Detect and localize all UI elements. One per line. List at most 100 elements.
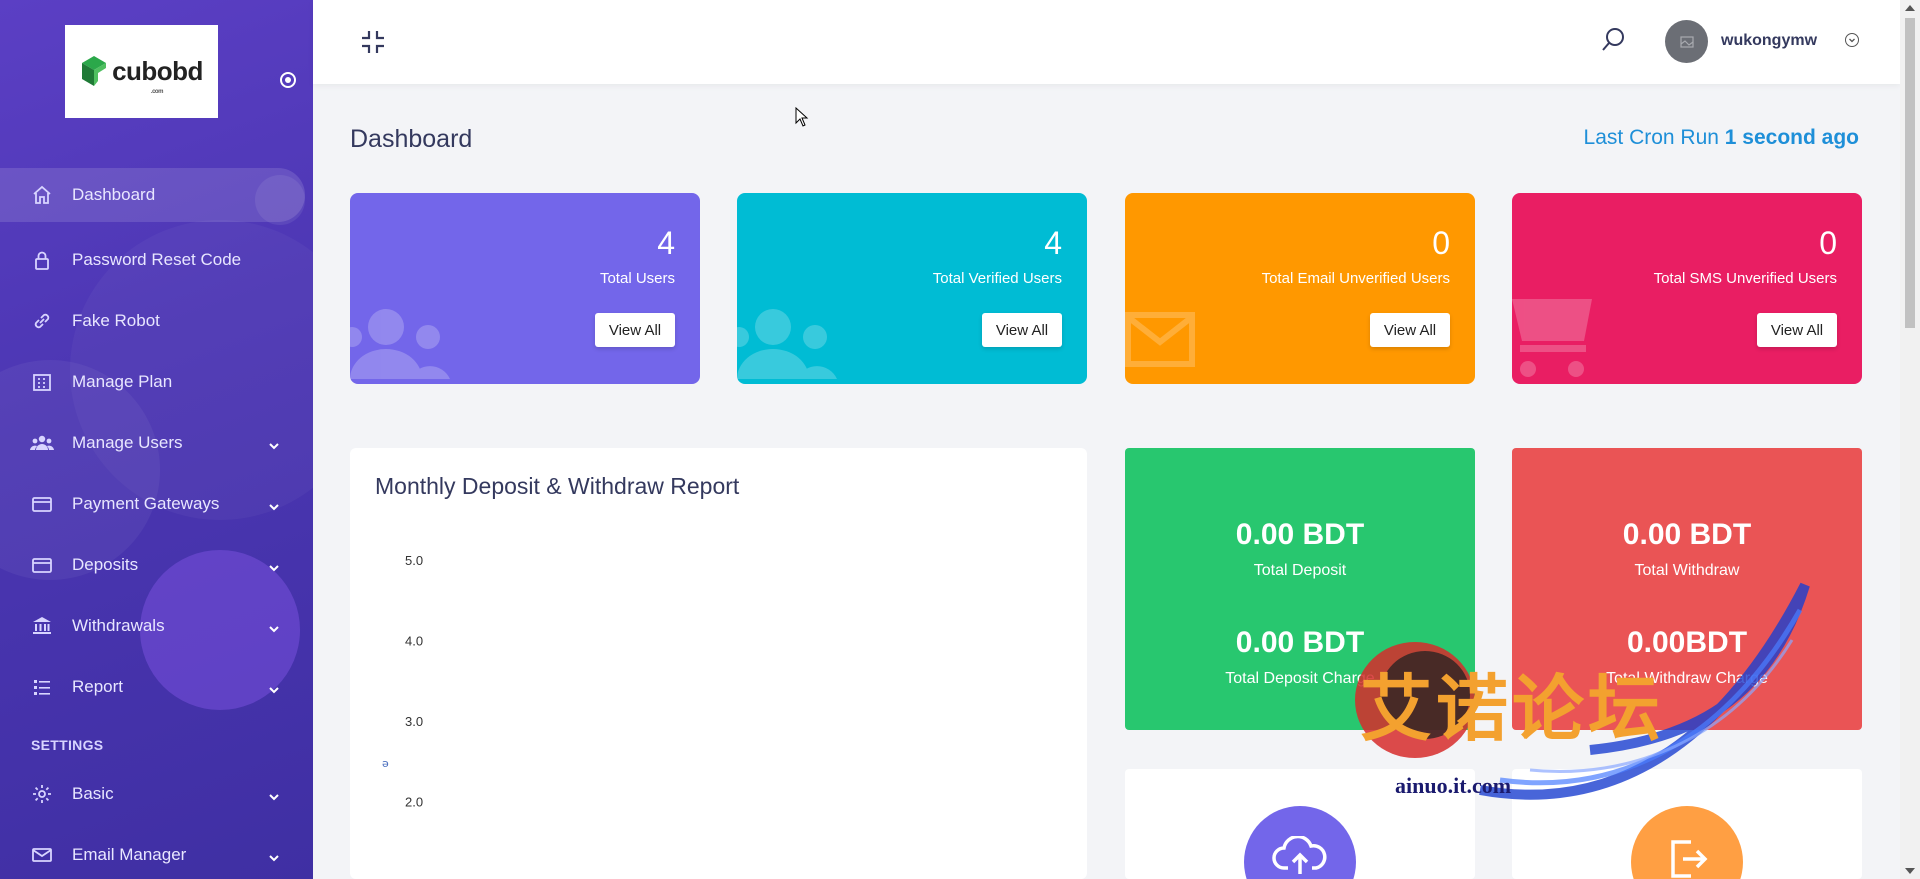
sidebar-item-label: Payment Gateways (72, 493, 220, 513)
sidebar-item-label: Manage Users (72, 432, 183, 452)
chevron-down-icon[interactable] (1845, 33, 1859, 47)
search-icon[interactable] (1600, 27, 1626, 53)
deposit-withdraw-chart: 5.0 4.0 3.0 2.0 ə (382, 553, 423, 810)
stat-value: 0 (1432, 225, 1450, 261)
avatar[interactable] (1665, 20, 1708, 63)
deposit-summary-card: 0.00 BDT Total Deposit 0.00 BDT Total De… (1125, 448, 1475, 730)
sidebar-item-email-manager[interactable]: Email Manager (0, 824, 313, 879)
sidebar-menu: Dashboard Password Reset Code Fake Robot… (0, 168, 313, 879)
home-icon (30, 183, 54, 207)
brand-logo[interactable]: cubobd .com (65, 25, 218, 118)
sidebar-toggle-icon[interactable] (280, 72, 296, 88)
y-tick-label: 3.0 (405, 714, 423, 729)
view-all-button[interactable]: View All (595, 313, 675, 347)
topbar: wukongymw (313, 0, 1900, 84)
cart-icon (1512, 289, 1597, 384)
sidebar: cubobd .com Dashboard Password Reset Cod… (0, 0, 313, 879)
credit-card-icon (30, 492, 54, 516)
scroll-up-icon[interactable] (1905, 5, 1915, 11)
gear-icon (30, 782, 54, 806)
chevron-down-icon (268, 437, 280, 449)
total-deposit-charge-amount: 0.00 BDT (1235, 626, 1365, 659)
users-icon (30, 431, 54, 455)
chart-card: Monthly Deposit & Withdraw Report 5.0 4.0… (350, 448, 1087, 879)
sign-out-icon (1631, 806, 1743, 879)
stat-value: 4 (1044, 225, 1062, 261)
building-icon (30, 370, 54, 394)
scroll-down-icon[interactable] (1905, 868, 1915, 874)
sidebar-item-manage-users[interactable]: Manage Users (0, 412, 313, 473)
stat-card-total-verified-users: 4 Total Verified Users View All (737, 193, 1087, 384)
users-icon (737, 289, 837, 384)
stat-label: Total Verified Users (932, 270, 1062, 287)
bank-icon (30, 614, 54, 638)
settings-heading: SETTINGS (31, 737, 104, 753)
sidebar-item-dashboard[interactable]: Dashboard (0, 168, 305, 222)
sidebar-item-fake-robot[interactable]: Fake Robot (0, 290, 313, 351)
cron-status: Last Cron Run 1 second ago (1584, 126, 1859, 150)
chevron-down-icon (268, 788, 280, 800)
chevron-down-icon (268, 498, 280, 510)
scroll-thumb[interactable] (1905, 18, 1915, 328)
sidebar-item-manage-plan[interactable]: Manage Plan (0, 351, 313, 412)
stat-card-total-users: 4 Total Users View All (350, 193, 700, 384)
page-title: Dashboard (350, 125, 473, 153)
sidebar-item-label: Withdrawals (72, 615, 165, 635)
chevron-down-icon (268, 559, 280, 571)
stat-value: 0 (1819, 225, 1837, 261)
y-axis-label: ə (382, 757, 389, 770)
stat-card-total-email-unverified-users: 0 Total Email Unverified Users View All (1125, 193, 1475, 384)
total-withdraw-charge-amount: 0.00BDT (1626, 626, 1748, 659)
exit-fullscreen-icon[interactable] (359, 28, 387, 56)
sidebar-item-label: Deposits (72, 554, 139, 574)
total-deposit-amount: 0.00 BDT (1235, 518, 1365, 551)
sidebar-item-label: Basic (72, 783, 114, 803)
chevron-down-icon (268, 681, 280, 693)
sidebar-item-basic[interactable]: Basic (0, 763, 313, 824)
logo-text: cubobd (112, 56, 203, 86)
stat-value: 4 (657, 225, 675, 261)
envelope-icon (1125, 312, 1195, 372)
stat-label: Total Users (599, 270, 675, 287)
link-icon (30, 309, 54, 333)
total-withdraw-amount: 0.00 BDT (1622, 518, 1752, 551)
username[interactable]: wukongymw (1721, 32, 1817, 50)
total-deposit-label: Total Deposit (1253, 562, 1347, 579)
sidebar-item-label: Email Manager (72, 844, 187, 864)
page-scrollbar[interactable] (1900, 0, 1920, 879)
y-tick-label: 4.0 (405, 634, 423, 649)
list-icon (30, 675, 54, 699)
lock-icon (30, 248, 54, 272)
y-tick-label: 5.0 (405, 553, 423, 568)
total-withdraw-charge-label: Total Withdraw Charge (1606, 670, 1768, 687)
sidebar-item-withdrawals[interactable]: Withdrawals (0, 595, 313, 656)
sidebar-item-label: Dashboard (72, 185, 156, 204)
wallet-icon (30, 553, 54, 577)
cloud-upload-icon (1244, 806, 1356, 879)
cron-value: 1 second ago (1724, 126, 1859, 149)
users-icon (350, 289, 450, 384)
sidebar-item-deposits[interactable]: Deposits (0, 534, 313, 595)
total-deposit-charge-label: Total Deposit Charge (1225, 670, 1375, 687)
cube-logo-icon (80, 54, 108, 90)
chevron-down-icon (268, 620, 280, 632)
stat-label: Total SMS Unverified Users (1653, 270, 1837, 287)
sidebar-item-password-reset-code[interactable]: Password Reset Code (0, 229, 313, 290)
sidebar-item-label: Manage Plan (72, 371, 173, 391)
envelope-icon (30, 843, 54, 867)
sidebar-item-report[interactable]: Report (0, 656, 313, 717)
chevron-down-icon (268, 849, 280, 861)
sidebar-item-label: Fake Robot (72, 310, 160, 330)
view-all-button[interactable]: View All (1370, 313, 1450, 347)
mouse-cursor-icon (795, 106, 809, 127)
sidebar-item-label: Report (72, 676, 124, 696)
stat-card-total-sms-unverified-users: 0 Total SMS Unverified Users View All (1512, 193, 1862, 384)
bottom-card-deposit (1125, 769, 1475, 879)
view-all-button[interactable]: View All (982, 313, 1062, 347)
sidebar-item-label: Password Reset Code (72, 249, 242, 269)
sidebar-item-payment-gateways[interactable]: Payment Gateways (0, 473, 313, 534)
stat-label: Total Email Unverified Users (1261, 270, 1450, 287)
view-all-button[interactable]: View All (1757, 313, 1837, 347)
total-withdraw-label: Total Withdraw (1634, 562, 1740, 579)
withdraw-summary-card: 0.00 BDT Total Withdraw 0.00BDT Total Wi… (1512, 448, 1862, 730)
